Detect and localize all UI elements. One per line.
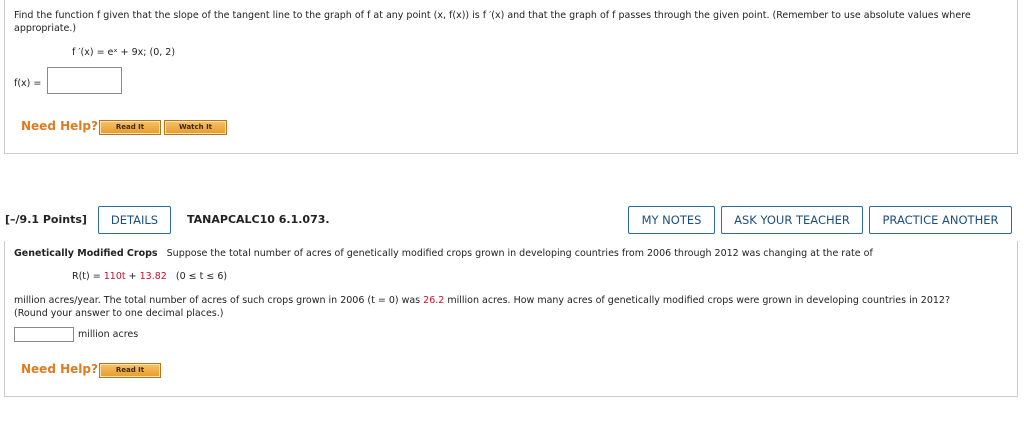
need-help-label-2: Need Help? [21, 362, 98, 376]
points-label: [–/9.1 Points] [5, 213, 87, 226]
body-text-1: million acres/year. The total number of … [14, 295, 424, 306]
answer-label: f(x) = [14, 78, 42, 89]
question-2-body: million acres/year. The total number of … [14, 294, 1009, 320]
acres-answer-input[interactable] [14, 327, 74, 342]
watch-it-button[interactable]: Watch It [164, 120, 227, 135]
rate-coefficient: 110t [103, 271, 126, 282]
rate-lhs: R(t) = [72, 271, 104, 282]
ask-your-teacher-button[interactable]: ASK YOUR TEACHER [721, 206, 863, 234]
rate-equation: R(t) = 110t + 13.82 (0 ≤ t ≤ 6) [72, 271, 227, 282]
question-2-title: Genetically Modified Crops [14, 248, 158, 259]
rounding-instruction: (Round your answer to one decimal places… [14, 308, 224, 319]
question-1-prompt: Find the function f given that the slope… [14, 10, 971, 34]
body-text-2: million acres. How many acres of genetic… [444, 295, 951, 306]
details-button[interactable]: DETAILS [98, 206, 171, 234]
read-it-button-2[interactable]: Read It [99, 363, 161, 378]
rate-domain: (0 ≤ t ≤ 6) [175, 271, 228, 282]
initial-acres-value: 26.2 [423, 295, 445, 306]
rate-constant: 13.82 [139, 271, 167, 282]
rate-plus: + [125, 271, 140, 282]
read-it-button[interactable]: Read It [99, 120, 161, 135]
my-notes-button[interactable]: MY NOTES [628, 206, 715, 234]
practice-another-button[interactable]: PRACTICE ANOTHER [869, 206, 1012, 234]
question-1-given: f ′(x) = eˣ + 9x; (0, 2) [72, 47, 176, 58]
question-2-intro-text: Suppose the total number of acres of gen… [166, 248, 873, 259]
question-2-intro: Genetically Modified Crops Suppose the t… [14, 247, 1004, 260]
need-help-label: Need Help? [21, 119, 98, 133]
question-id: TANAPCALC10 6.1.073. [187, 213, 330, 226]
answer-unit: million acres [78, 329, 139, 340]
f-answer-input[interactable] [47, 67, 122, 94]
